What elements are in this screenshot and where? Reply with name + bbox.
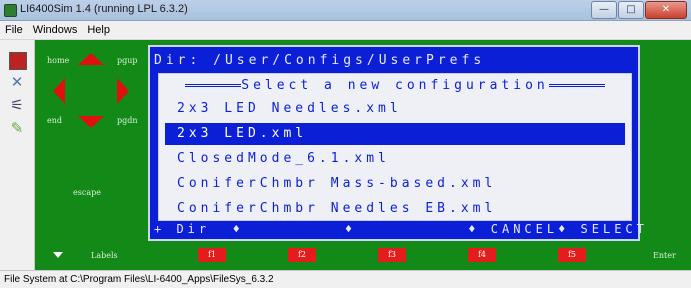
pgdn-key[interactable]: pgdn <box>117 116 138 125</box>
arrow-up-icon[interactable] <box>78 53 104 65</box>
config-dialog: Select a new configuration 2x3 LED Needl… <box>158 73 632 221</box>
console-icon[interactable] <box>9 52 27 70</box>
arrow-down-icon[interactable] <box>78 116 104 128</box>
f1-key[interactable]: f1 <box>198 248 226 262</box>
file-item[interactable]: ConiferChmbr Needles EB.xml <box>165 198 625 220</box>
window-title: LI6400Sim 1.4 (running LPL 6.3.2) <box>20 3 188 15</box>
softkey-labels: + Dir ♦ ♦ ♦ CANCEL♦ SELECT <box>154 222 648 236</box>
probe-icon[interactable]: ⚟ <box>9 98 25 114</box>
pen-icon[interactable]: ✎ <box>9 121 25 137</box>
minimize-button[interactable]: — <box>591 1 617 19</box>
menu-bar: File Windows Help <box>0 21 691 40</box>
menu-help[interactable]: Help <box>82 24 115 36</box>
close-button[interactable]: ✕ <box>645 1 687 19</box>
arrow-left-icon[interactable] <box>53 78 65 104</box>
file-item[interactable]: ClosedMode_6.1.xml <box>165 148 625 170</box>
escape-key[interactable]: escape <box>73 188 101 197</box>
file-item[interactable]: ConiferChmbr Mass-based.xml <box>165 173 625 195</box>
pgup-key[interactable]: pgup <box>117 56 138 65</box>
lcd-screen: Dir: /User/Configs/UserPrefs Select a ne… <box>148 45 648 241</box>
labels-down-icon[interactable] <box>53 252 63 258</box>
labels-key[interactable]: Labels <box>91 251 118 260</box>
dialog-title: Select a new configuration <box>241 78 549 93</box>
status-bar: File System at C:\Program Files\LI-6400_… <box>0 270 691 288</box>
end-key[interactable]: end <box>47 116 62 125</box>
app-icon <box>4 4 17 17</box>
window-titlebar: LI6400Sim 1.4 (running LPL 6.3.2) — □ ✕ <box>0 0 691 21</box>
menu-file[interactable]: File <box>0 24 28 36</box>
home-key[interactable]: home <box>47 56 69 65</box>
dir-path: Dir: /User/Configs/UserPrefs <box>154 53 486 68</box>
left-toolbar: ✕ ⚟ ✎ <box>0 40 35 270</box>
arrow-right-icon[interactable] <box>117 78 129 104</box>
dialog-title-row: Select a new configuration <box>159 78 631 93</box>
tools-icon[interactable]: ✕ <box>9 75 25 91</box>
f5-key[interactable]: f5 <box>558 248 586 262</box>
file-item[interactable]: 2x3 LED Needles.xml <box>165 98 625 120</box>
f2-key[interactable]: f2 <box>288 248 316 262</box>
maximize-button[interactable]: □ <box>618 1 644 19</box>
enter-key[interactable]: Enter <box>653 251 676 260</box>
menu-windows[interactable]: Windows <box>28 24 83 36</box>
window-controls: — □ ✕ <box>590 1 687 19</box>
f3-key[interactable]: f3 <box>378 248 406 262</box>
file-item-selected[interactable]: 2x3 LED.xml <box>165 123 625 145</box>
f4-key[interactable]: f4 <box>468 248 496 262</box>
